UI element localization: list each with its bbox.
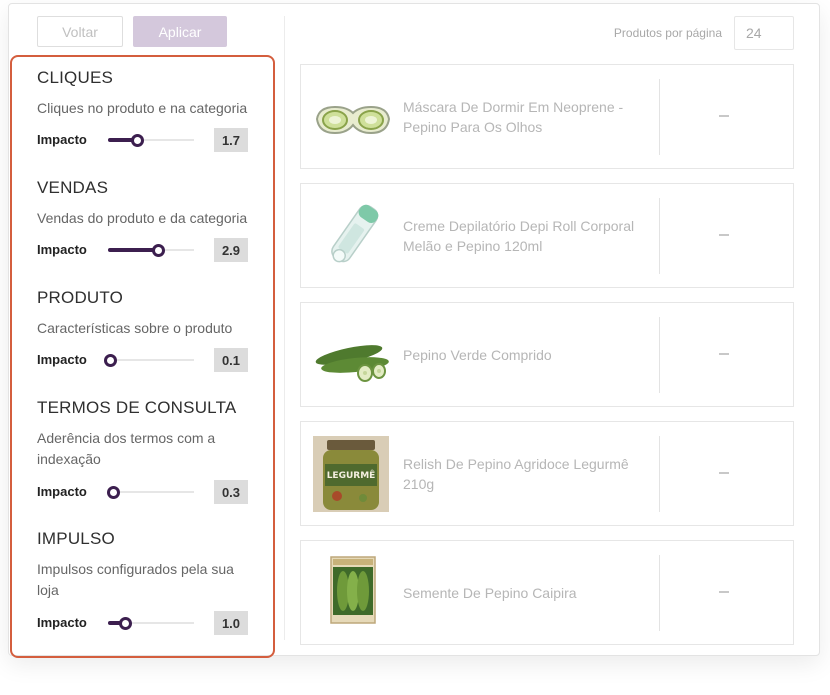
relish-jar-image: LEGURMÊ [313, 436, 393, 516]
product-score-placeholder [719, 353, 729, 355]
products-per-page-label: Produtos por página [613, 26, 722, 40]
product-card[interactable]: Creme Depilatório Depi Roll Corporal Mel… [300, 183, 794, 288]
product-score-placeholder [719, 234, 729, 236]
factor-description: Características sobre o produto [37, 320, 233, 336]
factor-impulso: IMPULSO Impulsos configurados pela sua l… [37, 529, 257, 635]
slider-fill [108, 248, 158, 252]
factor-title: TERMOS DE CONSULTA [37, 398, 237, 417]
impact-label: Impacto [37, 132, 87, 147]
impact-value: 0.1 [214, 348, 248, 372]
product-score-placeholder [719, 115, 729, 117]
product-card[interactable]: Pepino Verde Comprido [300, 302, 794, 407]
product-divider [659, 555, 660, 631]
factor-cliques: CLIQUES Cliques no produto e na categori… [37, 68, 257, 152]
product-divider [659, 79, 660, 155]
impact-slider[interactable] [104, 354, 194, 367]
factor-description: Cliques no produto e na categoria [37, 100, 248, 116]
impact-value: 2.9 [214, 238, 248, 262]
impact-slider[interactable] [108, 244, 194, 257]
impact-row: Impacto 1.7 [37, 128, 257, 152]
products-per-page-input[interactable]: 24 [734, 16, 794, 50]
factor-description: Vendas do produto e da categoria [37, 210, 248, 226]
impact-slider[interactable] [107, 486, 194, 499]
product-divider [659, 198, 660, 274]
impact-value: 0.3 [214, 480, 248, 504]
product-score-placeholder [719, 472, 729, 474]
impact-label: Impacto [37, 352, 87, 367]
impact-row: Impacto 0.3 [37, 480, 257, 504]
impact-row: Impacto 1.0 [37, 611, 257, 635]
impact-label: Impacto [37, 615, 87, 630]
slider-thumb[interactable] [104, 354, 117, 367]
impact-label: Impacto [37, 242, 87, 257]
factor-description: Impulsos configurados pela sua loja [37, 561, 234, 598]
factor-title: PRODUTO [37, 288, 124, 307]
impact-slider[interactable] [108, 617, 194, 630]
factor-title: CLIQUES [37, 68, 114, 87]
product-name: Pepino Verde Comprido [403, 346, 552, 363]
product-name: Semente De Pepino Caipira [403, 584, 577, 601]
product-card[interactable]: Semente De Pepino Caipira [300, 540, 794, 645]
factor-vendas: VENDAS Vendas do produto e da categoria … [37, 178, 257, 262]
jar-label-text: LEGURMÊ [327, 469, 376, 481]
slider-thumb[interactable] [131, 134, 144, 147]
impact-value: 1.0 [214, 611, 248, 635]
impact-row: Impacto 0.1 [37, 348, 257, 372]
product-divider [659, 436, 660, 512]
sleep-mask-image [313, 77, 393, 157]
impact-row: Impacto 2.9 [37, 238, 257, 262]
cucumbers-image [313, 315, 393, 395]
slider-thumb[interactable] [107, 486, 120, 499]
product-name: Creme Depilatório Depi Roll Corporal Mel… [403, 217, 635, 254]
depilatory-cream-image [313, 196, 393, 276]
slider-thumb[interactable] [119, 617, 132, 630]
product-name: Relish De Pepino Agridoce Legurmê 210g [403, 455, 629, 492]
factor-termos-de-consulta: TERMOS DE CONSULTA Aderência dos termos … [37, 398, 257, 504]
product-card[interactable]: LEGURMÊ Relish De Pepino Agridoce Legurm… [300, 421, 794, 526]
factor-produto: PRODUTO Características sobre o produto … [37, 288, 257, 372]
product-divider [659, 317, 660, 393]
back-button[interactable]: Voltar [37, 16, 123, 47]
factor-title: IMPULSO [37, 529, 115, 548]
slider-thumb[interactable] [152, 244, 165, 257]
product-card[interactable]: Máscara De Dormir Em Neoprene - Pepino P… [300, 64, 794, 169]
seed-packet-image [313, 553, 393, 633]
impact-value: 1.7 [214, 128, 248, 152]
panel-divider [284, 16, 285, 640]
product-score-placeholder [719, 591, 729, 593]
impact-slider[interactable] [108, 134, 194, 147]
apply-button[interactable]: Aplicar [133, 16, 227, 47]
factor-title: VENDAS [37, 178, 109, 197]
product-name: Máscara De Dormir Em Neoprene - Pepino P… [403, 98, 624, 135]
impact-label: Impacto [37, 484, 87, 499]
factor-description: Aderência dos termos com a indexação [37, 430, 216, 467]
